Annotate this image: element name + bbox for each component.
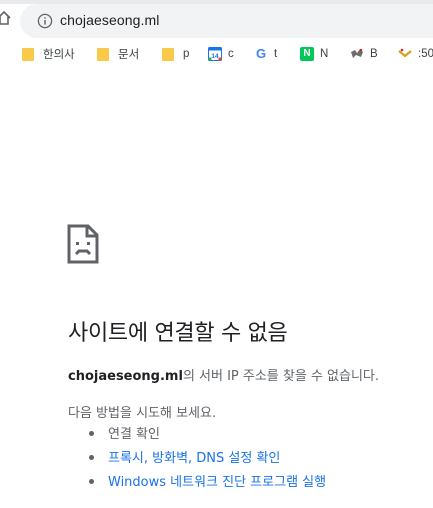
folder-icon	[97, 47, 109, 61]
bookmark-label: t	[274, 48, 278, 60]
bookmarks-bar: 한의사 문서 p 14 c G t N N B:50	[0, 42, 433, 66]
folder-icon	[22, 47, 34, 61]
error-description: chojaeseong.ml의 서버 IP 주소를 찾을 수 없습니다.	[68, 365, 379, 384]
bookmark-favicon	[398, 48, 412, 58]
bookmark-label: B	[370, 48, 378, 60]
home-icon[interactable]	[0, 10, 12, 26]
bookmark-label: 한의사	[43, 49, 75, 61]
address-bar[interactable]: chojaeseong.ml	[20, 4, 433, 38]
bookmark-folder-2[interactable]: 문서	[97, 44, 139, 64]
calendar-icon: 14	[208, 47, 222, 61]
bookmark-label: p	[183, 48, 190, 60]
suggestions-list: 연결 확인 프록시, 방화벽, DNS 설정 확인 Windows 네트워크 진…	[68, 423, 326, 495]
bookmark-calendar[interactable]: 14 c	[208, 44, 234, 64]
naver-icon: N	[300, 47, 314, 61]
error-page: 사이트에 연결할 수 없음 chojaeseong.ml의 서버 IP 주소를 …	[0, 72, 433, 508]
suggestion-check-proxy-link[interactable]: 프록시, 방화벽, DNS 설정 확인	[68, 447, 326, 471]
error-message: 의 서버 IP 주소를 찾을 수 없습니다.	[182, 369, 380, 384]
error-title: 사이트에 연결할 수 없음	[68, 321, 288, 346]
bookmark-label: :50	[418, 48, 433, 60]
site-favicon	[351, 48, 363, 58]
google-icon: G	[255, 46, 267, 61]
error-host: chojaeseong.ml	[68, 369, 183, 384]
bookmark-naver[interactable]: N N	[300, 44, 328, 64]
url-text[interactable]: chojaeseong.ml	[60, 12, 159, 28]
sad-document-icon	[67, 224, 99, 264]
bookmark-folder-1[interactable]: 한의사	[22, 44, 75, 64]
bookmark-folder-3[interactable]: p	[162, 44, 189, 64]
bookmark-label: N	[320, 48, 329, 60]
folder-icon	[162, 47, 174, 61]
site-info-icon[interactable]	[37, 13, 53, 29]
suggestions-heading: 다음 방법을 시도해 보세요.	[68, 406, 217, 421]
bookmark-partial[interactable]: :50	[398, 44, 433, 64]
bookmark-label: c	[228, 48, 234, 60]
suggestion-check-connection: 연결 확인	[68, 423, 326, 447]
bookmark-google[interactable]: G t	[254, 44, 277, 64]
svg-text:14: 14	[211, 53, 219, 60]
bookmark-site[interactable]: B	[350, 44, 378, 64]
browser-toolbar: chojaeseong.ml 한의사 문서 p 14 c G t N N B:…	[0, 0, 433, 72]
bookmark-label: 문서	[118, 49, 140, 61]
suggestion-run-diagnostics-link[interactable]: Windows 네트워크 진단 프로그램 실행	[68, 471, 326, 495]
